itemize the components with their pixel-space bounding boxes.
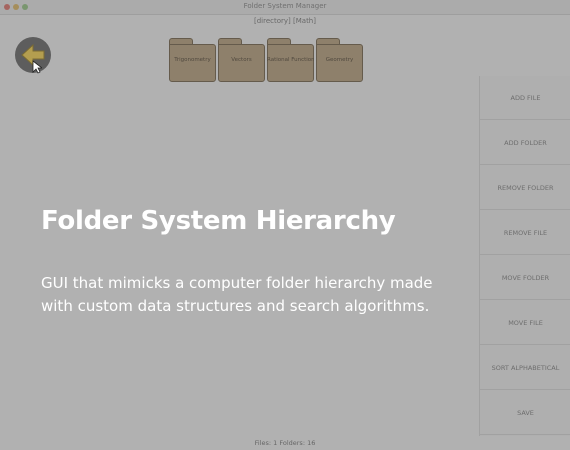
mouse-pointer-icon [32, 60, 42, 74]
overlay-headline: Folder System Hierarchy [41, 206, 396, 236]
caption-overlay: Folder System Hierarchy GUI that mimicks… [0, 0, 570, 450]
overlay-description: GUI that mimicks a computer folder hiera… [41, 274, 433, 315]
